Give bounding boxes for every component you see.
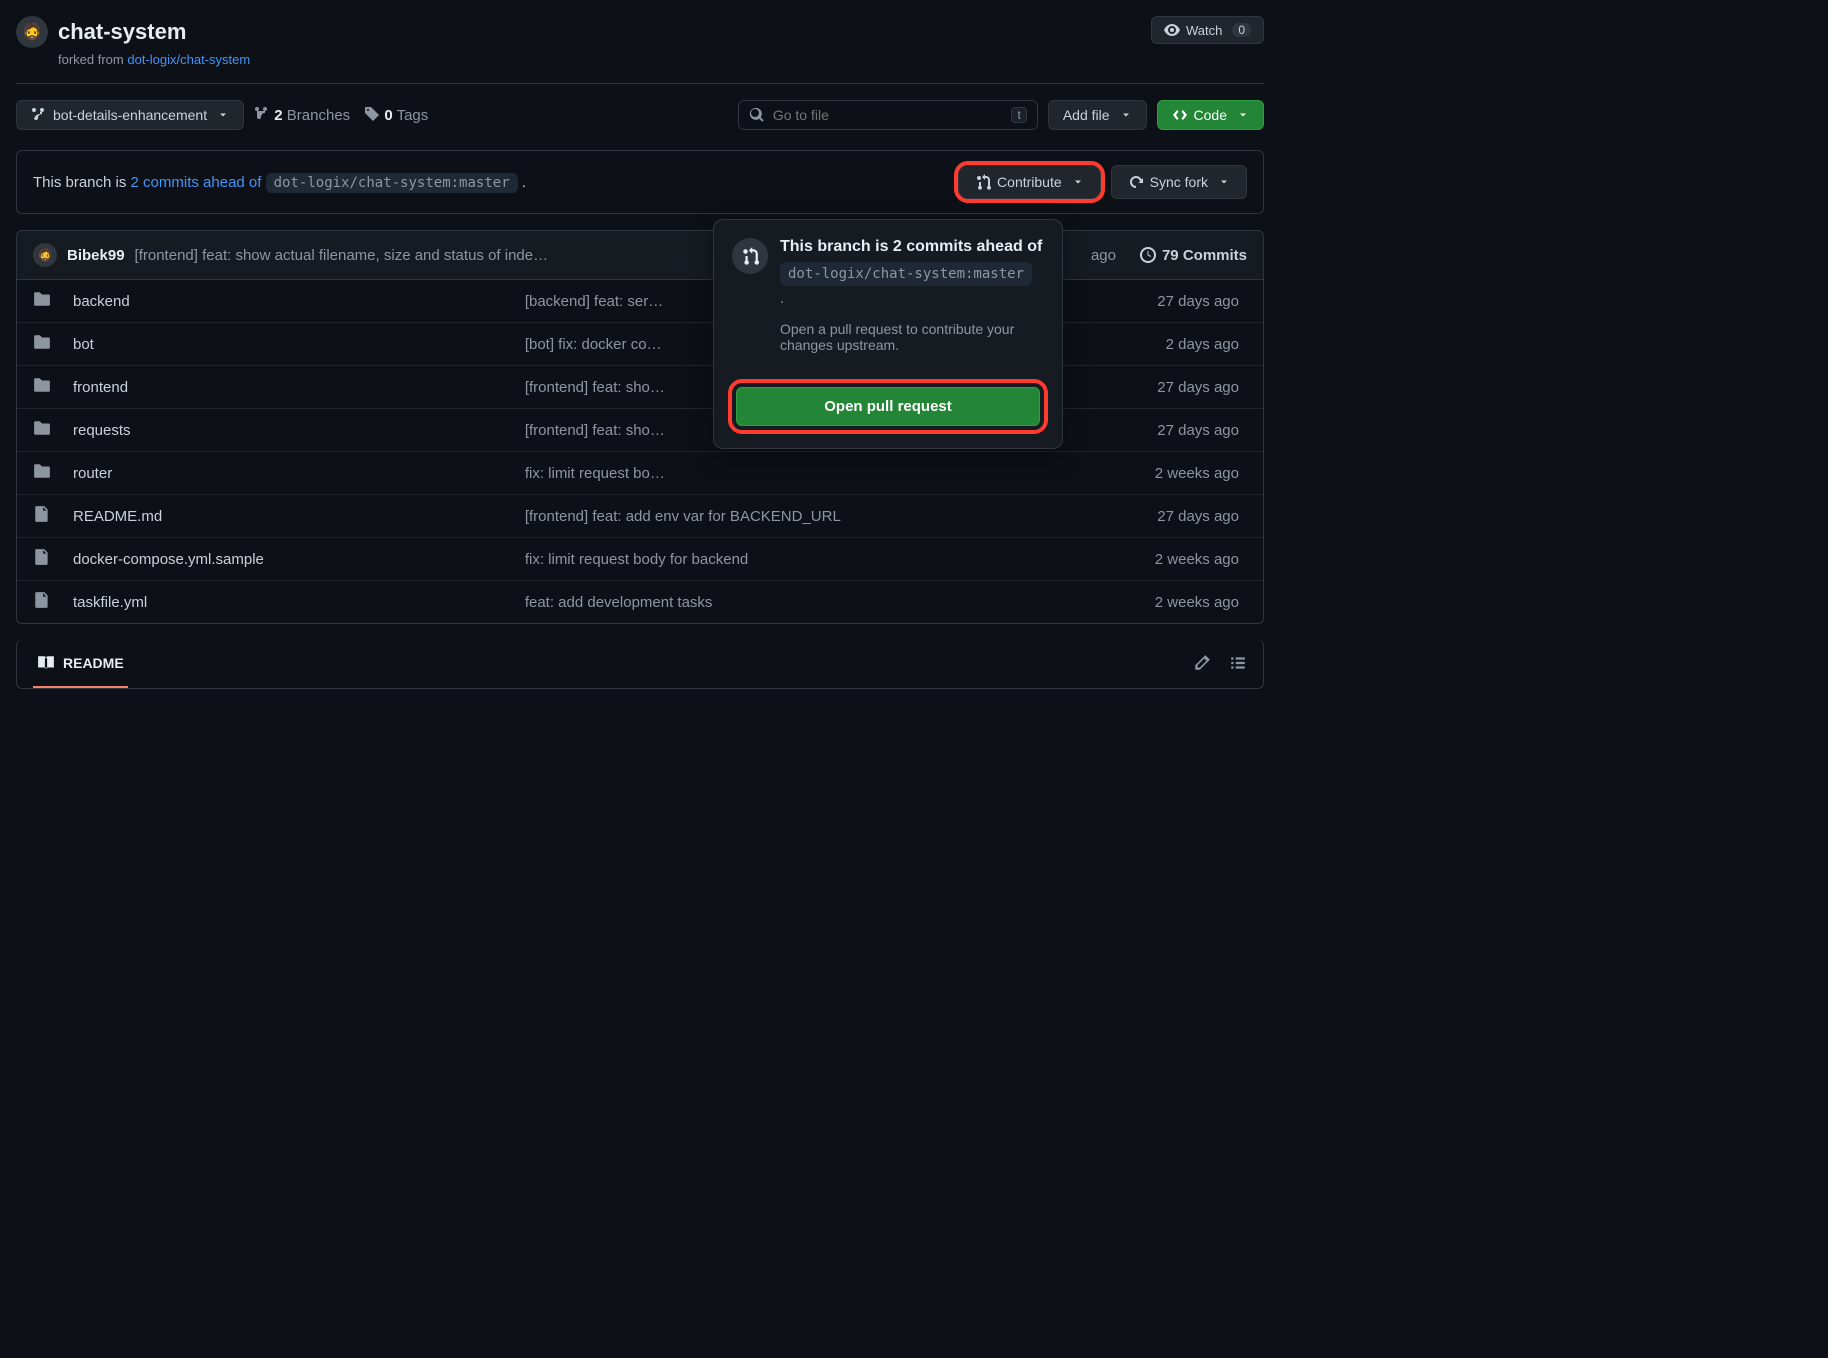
file-commit-time: 27 days ago <box>1067 508 1247 525</box>
file-commit-time: 2 weeks ago <box>1067 465 1247 482</box>
search-icon <box>749 107 765 123</box>
folder-icon <box>33 290 73 312</box>
list-icon <box>1229 654 1247 672</box>
contribute-popover: This branch is 2 commits ahead of dot-lo… <box>713 219 1063 449</box>
file-icon <box>33 505 73 527</box>
forked-from-label: forked from dot-logix/chat-system <box>58 52 250 67</box>
git-branch-icon <box>31 107 47 123</box>
pencil-icon <box>1193 654 1211 672</box>
file-row[interactable]: frontend[frontend] feat: sho…27 days ago <box>17 366 1263 409</box>
upstream-ref: dot-logix/chat-system:master <box>266 173 518 193</box>
book-icon <box>37 654 55 672</box>
file-name[interactable]: README.md <box>73 508 525 525</box>
file-list: 🧔 Bibek99 [frontend] feat: show actual f… <box>16 230 1264 624</box>
commit-author[interactable]: Bibek99 <box>67 247 125 264</box>
git-pull-request-icon <box>732 238 768 274</box>
repo-header: 🧔 chat-system forked from dot-logix/chat… <box>16 16 1264 84</box>
commit-time: ago <box>1091 247 1116 264</box>
file-commit-time: 2 weeks ago <box>1067 551 1247 568</box>
file-row[interactable]: routerfix: limit request bo…2 weeks ago <box>17 452 1263 495</box>
folder-icon <box>33 462 73 484</box>
watch-label: Watch <box>1186 23 1222 38</box>
commits-link[interactable]: 79 Commits <box>1140 247 1247 264</box>
file-name[interactable]: bot <box>73 336 525 353</box>
file-commit-message[interactable]: [frontend] feat: add env var for BACKEND… <box>525 508 1067 525</box>
branch-selector-button[interactable]: bot-details-enhancement <box>16 100 244 130</box>
readme-tab[interactable]: README <box>33 640 128 688</box>
branches-link[interactable]: 2 Branches <box>254 106 350 124</box>
file-name[interactable]: backend <box>73 293 525 310</box>
file-commit-time: 27 days ago <box>1067 293 1247 310</box>
file-commit-time: 2 days ago <box>1067 336 1247 353</box>
git-pull-request-icon <box>975 174 991 190</box>
folder-icon <box>33 376 73 398</box>
sync-icon <box>1128 174 1144 190</box>
sync-fork-button[interactable]: Sync fork <box>1111 165 1247 199</box>
tag-icon <box>364 106 380 122</box>
commits-ahead-link[interactable]: 2 commits ahead of <box>131 174 262 191</box>
repo-name[interactable]: chat-system <box>58 19 186 45</box>
repo-toolbar: bot-details-enhancement 2 Branches 0 Tag… <box>16 100 1264 130</box>
file-search-input[interactable] <box>773 107 1004 123</box>
owner-avatar[interactable]: 🧔 <box>16 16 48 48</box>
file-row[interactable]: requests[frontend] feat: sho…27 days ago <box>17 409 1263 452</box>
file-commit-time: 2 weeks ago <box>1067 594 1247 611</box>
branch-tag-meta: 2 Branches 0 Tags <box>254 106 428 124</box>
file-name[interactable]: taskfile.yml <box>73 594 525 611</box>
contribute-button[interactable]: Contribute <box>958 165 1101 199</box>
repo-title-block: 🧔 chat-system forked from dot-logix/chat… <box>16 16 250 67</box>
popover-description: Open a pull request to contribute your c… <box>780 321 1044 353</box>
latest-commit-row[interactable]: 🧔 Bibek99 [frontend] feat: show actual f… <box>17 231 1263 280</box>
outline-button[interactable] <box>1229 654 1247 675</box>
file-row[interactable]: backend[backend] feat: ser…27 days ago <box>17 280 1263 323</box>
chevron-down-icon <box>217 109 229 121</box>
open-pr-highlight: Open pull request <box>732 383 1044 430</box>
file-icon <box>33 548 73 570</box>
chevron-down-icon <box>1072 176 1084 188</box>
code-icon <box>1172 107 1188 123</box>
file-name[interactable]: docker-compose.yml.sample <box>73 551 525 568</box>
popover-upstream-ref: dot-logix/chat-system:master <box>780 262 1032 286</box>
tags-link[interactable]: 0 Tags <box>364 106 428 124</box>
popover-title: This branch is 2 commits ahead of <box>780 238 1044 256</box>
forked-from-link[interactable]: dot-logix/chat-system <box>127 52 250 67</box>
current-branch-name: bot-details-enhancement <box>53 107 207 123</box>
readme-toolbar: README <box>16 640 1264 689</box>
file-row[interactable]: taskfile.ymlfeat: add development tasks2… <box>17 581 1263 623</box>
file-row[interactable]: bot[bot] fix: docker co…2 days ago <box>17 323 1263 366</box>
file-commit-time: 27 days ago <box>1067 379 1247 396</box>
popover-dot: . <box>780 290 1044 307</box>
open-pull-request-button[interactable]: Open pull request <box>736 387 1040 426</box>
git-branch-icon <box>254 106 270 122</box>
history-icon <box>1140 247 1156 263</box>
file-commit-message[interactable]: fix: limit request bo… <box>525 465 1067 482</box>
chevron-down-icon <box>1237 109 1249 121</box>
file-name[interactable]: frontend <box>73 379 525 396</box>
file-icon <box>33 591 73 613</box>
file-row[interactable]: docker-compose.yml.samplefix: limit requ… <box>17 538 1263 581</box>
folder-icon <box>33 333 73 355</box>
folder-icon <box>33 419 73 441</box>
file-commit-message[interactable]: feat: add development tasks <box>525 594 1067 611</box>
chevron-down-icon <box>1218 176 1230 188</box>
search-shortcut-hint: t <box>1011 107 1026 123</box>
file-commit-message[interactable]: fix: limit request body for backend <box>525 551 1067 568</box>
edit-readme-button[interactable] <box>1193 654 1211 675</box>
add-file-button[interactable]: Add file <box>1048 100 1147 130</box>
file-name[interactable]: router <box>73 465 525 482</box>
file-row[interactable]: README.md[frontend] feat: add env var fo… <box>17 495 1263 538</box>
file-commit-time: 27 days ago <box>1067 422 1247 439</box>
commit-author-avatar[interactable]: 🧔 <box>33 243 57 267</box>
code-button[interactable]: Code <box>1157 100 1264 130</box>
branch-status-bar: This branch is 2 commits ahead of dot-lo… <box>16 150 1264 214</box>
branch-status-text: This branch is 2 commits ahead of dot-lo… <box>33 174 526 191</box>
file-name[interactable]: requests <box>73 422 525 439</box>
watch-count: 0 <box>1232 23 1251 37</box>
chevron-down-icon <box>1120 109 1132 121</box>
eye-icon <box>1164 22 1180 38</box>
watch-button[interactable]: Watch 0 <box>1151 16 1264 44</box>
file-search-box[interactable]: t <box>738 100 1038 130</box>
